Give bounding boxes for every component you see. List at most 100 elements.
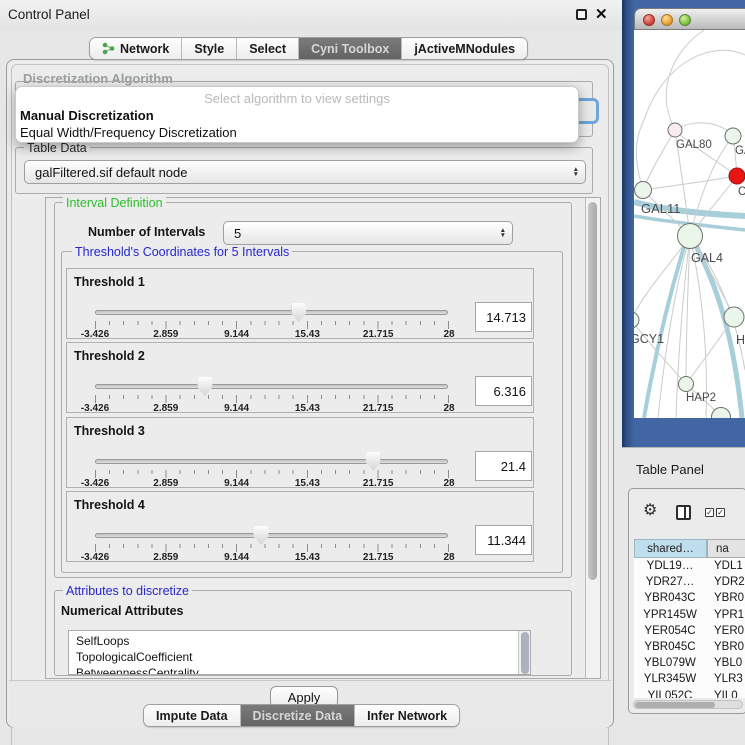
threshold-2-slider[interactable] <box>95 384 448 389</box>
node-label-partial: H <box>736 333 745 347</box>
threshold-2-box: Threshold 2 -3.4262.8599.14415.4321.7152… <box>66 342 534 413</box>
cyni-toolbox-panel: Discretization Algorithm Table Data galF… <box>6 59 614 728</box>
node-ga[interactable] <box>725 128 741 144</box>
vertical-scrollbar-thumb[interactable] <box>588 202 597 580</box>
number-of-intervals-label: Number of Intervals <box>88 225 205 239</box>
table-row[interactable]: YLR345WYLR3 <box>634 671 745 687</box>
interval-definition-title: Interval Definition <box>63 196 166 210</box>
table-data-frame: Table Data galFiltered.sif default node … <box>15 147 593 194</box>
checkbox-icon: ✓ <box>705 508 714 517</box>
list-item[interactable]: SelfLoops <box>69 631 530 649</box>
node-label-gcy1: GCY1 <box>634 332 664 346</box>
table-row[interactable]: YBR043CYBR0 <box>634 590 745 606</box>
network-canvas[interactable]: GAL80 GA C GAL11 GAL4 GCY1 H HAP2 <box>634 30 745 418</box>
number-of-intervals-combo[interactable]: 5 ▲▼ <box>223 221 513 245</box>
close-traffic-light[interactable] <box>643 14 655 26</box>
table-rows: YDL19…YDL1 YDR27…YDR2 YBR043CYBR0 YPR145… <box>634 558 745 698</box>
slider-ticks <box>95 544 449 552</box>
tab-select[interactable]: Select <box>237 38 299 59</box>
tab-infer-network[interactable]: Infer Network <box>355 705 459 726</box>
list-item[interactable]: BetweennessCentrality <box>69 665 530 675</box>
threshold-2-slider-handle[interactable] <box>197 377 212 396</box>
network-window-titlebar[interactable] <box>634 8 745 30</box>
threshold-2-value-field[interactable]: 6.316 <box>475 376 532 406</box>
table-data-combo[interactable]: galFiltered.sif default node ▲▼ <box>24 160 586 184</box>
attributes-frame: Attributes to discretize Numerical Attri… <box>54 590 572 676</box>
columns-icon[interactable] <box>676 505 691 520</box>
table-data-title: Table Data <box>24 141 90 155</box>
checkbox-icon: ✓ <box>716 508 725 517</box>
vertical-scrollbar[interactable] <box>585 198 600 678</box>
attributes-title: Attributes to discretize <box>63 584 192 598</box>
node-label-hap2: HAP2 <box>686 392 716 404</box>
column-header-shared[interactable]: shared… <box>634 539 707 558</box>
node-gcy1[interactable] <box>634 312 639 328</box>
threshold-3-slider[interactable] <box>95 459 448 464</box>
horizontal-scrollbar-thumb[interactable] <box>635 702 715 709</box>
threshold-3-slider-handle[interactable] <box>366 452 381 471</box>
table-row[interactable]: YER054CYER0 <box>634 623 745 639</box>
slider-ticks <box>95 395 449 403</box>
threshold-1-slider-handle[interactable] <box>291 303 306 322</box>
list-item[interactable]: TopologicalCoefficient <box>69 649 530 665</box>
threshold-4-box: Threshold 4 -3.4262.8599.14415.4321.7152… <box>66 491 534 562</box>
table-row[interactable]: YBR045CYBR0 <box>634 639 745 655</box>
tab-discretize-data[interactable]: Discretize Data <box>241 705 356 726</box>
column-header-name[interactable]: na <box>707 539 745 558</box>
threshold-1-value-field[interactable]: 14.713 <box>475 302 532 332</box>
minimize-traffic-light[interactable] <box>661 14 673 26</box>
list-scrollbar[interactable] <box>518 631 530 674</box>
zoom-traffic-light[interactable] <box>679 14 691 26</box>
slider-scale: -3.4262.8599.14415.4321.71528 <box>95 552 449 563</box>
threshold-4-slider[interactable] <box>95 533 448 538</box>
node-gal80[interactable] <box>668 123 682 137</box>
tab-jactivemnodules[interactable]: jActiveMNodules <box>402 38 527 59</box>
node-gal4[interactable] <box>678 224 703 249</box>
combo-stepper-icon: ▲▼ <box>573 167 579 177</box>
table-row[interactable]: YPR145WYPR1 <box>634 607 745 623</box>
tab-style[interactable]: Style <box>182 38 237 59</box>
popup-option-manual[interactable]: Manual Discretization <box>20 108 154 123</box>
table-row[interactable]: YDR27…YDR2 <box>634 574 745 590</box>
horizontal-scrollbar[interactable] <box>633 700 743 709</box>
close-icon[interactable]: ✕ <box>595 5 608 23</box>
table-row[interactable]: YDL19…YDL1 <box>634 558 745 574</box>
slider-scale: -3.4262.8599.14415.4321.71528 <box>95 329 449 340</box>
threshold-3-box: Threshold 3 -3.4262.8599.14415.4321.7152… <box>66 417 534 488</box>
list-scrollbar-thumb[interactable] <box>521 632 529 674</box>
tab-impute-data[interactable]: Impute Data <box>144 705 241 726</box>
threshold-4-slider-handle[interactable] <box>253 526 268 545</box>
threshold-1-slider[interactable] <box>95 310 448 315</box>
node-label-partial: GA <box>735 145 745 157</box>
node-partial-bottom[interactable] <box>712 408 731 419</box>
algorithm-dropdown-popup: Select algorithm to view settings Manual… <box>15 86 579 143</box>
gear-icon[interactable]: ⚙ <box>643 503 657 519</box>
threshold-4-value-field[interactable]: 11.344 <box>475 525 532 555</box>
node-red-selected[interactable] <box>729 168 745 184</box>
control-panel-titlebar <box>0 0 622 30</box>
node-hap2[interactable] <box>679 377 694 392</box>
tab-network[interactable]: Network <box>90 38 182 59</box>
table-row[interactable]: YBL079WYBL0 <box>634 655 745 671</box>
float-panel-icon[interactable] <box>576 9 587 20</box>
network-graph <box>634 30 745 418</box>
bottom-tab-bar: Impute Data Discretize Data Infer Networ… <box>143 704 460 727</box>
slider-scale: -3.4262.8599.14415.4321.71528 <box>95 478 449 489</box>
table-panel-section: Table Panel ⚙ ✓✓ shared… na YDL19…YDL1 Y… <box>622 447 745 745</box>
node-label-partial: C <box>738 186 745 198</box>
threshold-1-box: Threshold 1 -3.4262.8599.14415.4321.7152… <box>66 268 534 339</box>
screenshot-root: Control Panel ✕ Network Style Select Cyn… <box>0 0 745 745</box>
checkbox-icons[interactable]: ✓✓ <box>705 508 725 517</box>
table-row[interactable]: YIL052CYIL0 <box>634 688 745 699</box>
node-h[interactable] <box>724 307 744 327</box>
node-gal11[interactable] <box>635 182 652 199</box>
slider-ticks <box>95 321 449 329</box>
numerical-attributes-list: SelfLoops TopologicalCoefficient Between… <box>68 630 531 675</box>
numerical-attributes-label: Numerical Attributes <box>61 604 183 618</box>
slider-scale: -3.4262.8599.14415.4321.71528 <box>95 403 449 414</box>
settings-scroll-area: Interval Definition Number of Intervals … <box>45 197 601 679</box>
popup-hint: Select algorithm to view settings <box>16 91 578 106</box>
threshold-3-value-field[interactable]: 21.4 <box>475 451 532 481</box>
popup-option-equal-width[interactable]: Equal Width/Frequency Discretization <box>20 125 237 140</box>
tab-cyni-toolbox[interactable]: Cyni Toolbox <box>299 38 402 59</box>
